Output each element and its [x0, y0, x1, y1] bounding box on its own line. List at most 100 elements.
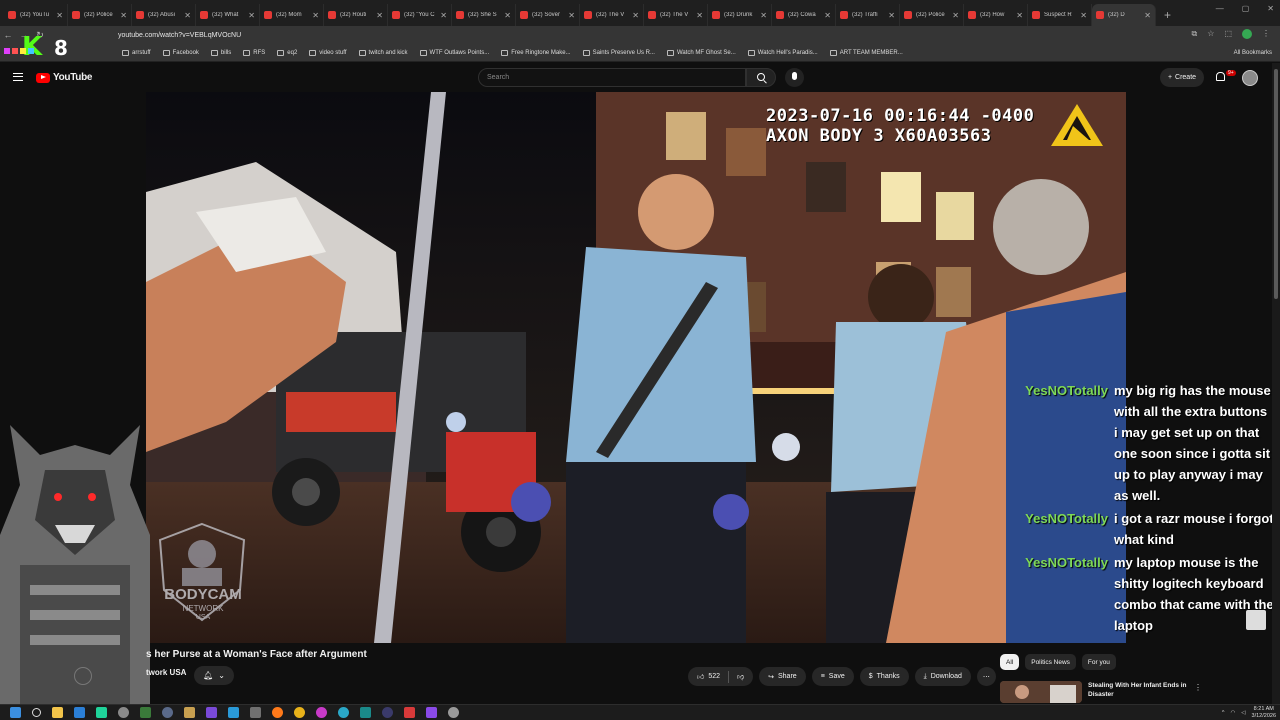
- bookmark-item[interactable]: bills: [210, 49, 231, 56]
- app-obs-icon[interactable]: [382, 707, 393, 718]
- app-steam-icon[interactable]: [162, 707, 173, 718]
- volume-icon[interactable]: ◁: [1241, 710, 1245, 716]
- close-tab-icon[interactable]: ✕: [120, 11, 127, 20]
- extensions-icon[interactable]: ⬚: [1224, 29, 1232, 41]
- bookmark-item[interactable]: eq2: [277, 49, 297, 56]
- close-tab-icon[interactable]: ✕: [568, 11, 575, 20]
- youtube-logo[interactable]: YouTube: [36, 72, 93, 83]
- browser-tab[interactable]: (32) Police ✕: [900, 4, 964, 26]
- app-red-icon[interactable]: [404, 707, 415, 718]
- url-field[interactable]: youtube.com/watch?v=VEBLqMVOcNU: [118, 32, 241, 39]
- app-green-icon[interactable]: [96, 707, 107, 718]
- close-tab-icon[interactable]: ✕: [696, 11, 703, 20]
- recommended-title[interactable]: Stealing With Her Infant Ends in Disaste…: [1088, 681, 1198, 699]
- app-gear-icon[interactable]: [448, 707, 459, 718]
- browser-tab[interactable]: (32) How ✕: [964, 4, 1028, 26]
- voice-search-button[interactable]: [785, 68, 804, 87]
- wifi-icon[interactable]: ◠: [1230, 710, 1235, 716]
- bookmark-item[interactable]: arrstuff: [122, 49, 151, 56]
- bookmark-item[interactable]: WTF Outlaws Points...: [419, 49, 489, 56]
- close-tab-icon[interactable]: ✕: [1016, 11, 1023, 20]
- save-button[interactable]: ≡ Save: [811, 667, 854, 686]
- close-tab-icon[interactable]: ✕: [1144, 11, 1151, 20]
- search-button[interactable]: [746, 68, 776, 87]
- file-explorer-icon[interactable]: [52, 707, 63, 718]
- account-avatar[interactable]: [1242, 70, 1258, 86]
- install-icon[interactable]: ⧉: [1192, 29, 1198, 41]
- browser-tab[interactable]: (32) "You C ✕: [388, 4, 452, 26]
- thumbs-down-icon[interactable]: 👎︎: [737, 672, 744, 681]
- new-tab-icon[interactable]: +: [1156, 8, 1179, 22]
- back-icon[interactable]: ←: [0, 30, 16, 40]
- close-tab-icon[interactable]: ✕: [56, 11, 63, 20]
- app-terminal-icon[interactable]: [140, 707, 151, 718]
- browser-tab[interactable]: (32) The V ✕: [644, 4, 708, 26]
- create-button[interactable]: + Create: [1160, 68, 1204, 87]
- bookmark-star-icon[interactable]: ☆: [1207, 29, 1214, 41]
- store-icon[interactable]: [74, 707, 85, 718]
- app-photo-icon[interactable]: [184, 707, 195, 718]
- clock[interactable]: 8:21 AM 3/12/2026: [1252, 706, 1276, 719]
- profile-icon[interactable]: [1242, 29, 1252, 41]
- browser-tab[interactable]: (32) What ✕: [196, 4, 260, 26]
- hamburger-menu-icon[interactable]: [13, 73, 23, 81]
- close-tab-icon[interactable]: ✕: [440, 11, 447, 20]
- app-teal-icon[interactable]: [360, 707, 371, 718]
- browser-tab[interactable]: Suspect R ✕: [1028, 4, 1092, 26]
- bookmark-item[interactable]: Watch MF Ghost Se...: [666, 49, 736, 56]
- browser-tab[interactable]: (32) Mom ✕: [260, 4, 324, 26]
- channel-avatar[interactable]: [74, 667, 92, 685]
- browser-tab[interactable]: (32) YouTu ✕: [4, 4, 68, 26]
- app-purple-icon[interactable]: [206, 707, 217, 718]
- search-taskbar-icon[interactable]: [32, 708, 41, 717]
- bookmark-item[interactable]: Free Ringtone Make...: [501, 49, 571, 56]
- minimize-icon[interactable]: —: [1216, 4, 1224, 13]
- app-blue-icon[interactable]: [228, 707, 239, 718]
- notifications-bell-icon[interactable]: [1216, 72, 1225, 81]
- browser-tab[interactable]: (32) Drunk ✕: [708, 4, 772, 26]
- browser-tab[interactable]: (32) Traffi ✕: [836, 4, 900, 26]
- chrome-icon[interactable]: [294, 707, 305, 718]
- browser-tab[interactable]: (32) D ✕: [1092, 4, 1156, 26]
- more-actions-button[interactable]: ⋯: [976, 667, 996, 686]
- close-tab-icon[interactable]: ✕: [312, 11, 319, 20]
- bookmark-item[interactable]: video stuff: [309, 49, 347, 56]
- close-tab-icon[interactable]: ✕: [888, 11, 895, 20]
- browser-tab[interactable]: (32) Police ✕: [68, 4, 132, 26]
- close-tab-icon[interactable]: ✕: [1080, 11, 1087, 20]
- filter-chip[interactable]: Politics News: [1025, 654, 1076, 670]
- browser-tab[interactable]: (32) The V ✕: [580, 4, 644, 26]
- browser-tab[interactable]: (32) Sover ✕: [516, 4, 580, 26]
- bookmark-item[interactable]: Watch Hell's Paradis...: [747, 49, 818, 56]
- bookmark-item[interactable]: RFS: [243, 49, 265, 56]
- menu-kebab-icon[interactable]: ⋮: [1262, 29, 1270, 41]
- firefox-icon[interactable]: [272, 707, 283, 718]
- edge-icon[interactable]: [338, 707, 349, 718]
- close-tab-icon[interactable]: ✕: [248, 11, 255, 20]
- close-tab-icon[interactable]: ✕: [952, 11, 959, 20]
- browser-tab[interactable]: (32) Routi ✕: [324, 4, 388, 26]
- subscription-bell-button[interactable]: 🔔︎ ⌄: [194, 666, 234, 685]
- recommended-video[interactable]: Stealing With Her Infant Ends in Disaste…: [1000, 679, 1270, 703]
- download-button[interactable]: ⤓ Download: [914, 667, 971, 686]
- video-player[interactable]: 2023-07-16 00:16:44 -0400 AXON BODY 3 X6…: [146, 92, 1126, 643]
- windows-start-icon[interactable]: [10, 707, 21, 718]
- app-violet-icon[interactable]: [426, 707, 437, 718]
- maximize-icon[interactable]: ▢: [1242, 4, 1250, 13]
- all-bookmarks[interactable]: All Bookmarks: [1234, 50, 1272, 56]
- filter-chip[interactable]: All: [1000, 654, 1020, 670]
- close-tab-icon[interactable]: ✕: [824, 11, 831, 20]
- app-pink-icon[interactable]: [316, 707, 327, 718]
- search-input[interactable]: Search: [478, 68, 746, 87]
- page-scrollbar[interactable]: [1272, 63, 1280, 704]
- browser-tab[interactable]: (32) Abusi ✕: [132, 4, 196, 26]
- share-button[interactable]: ↪ Share: [759, 667, 806, 686]
- recommended-menu-icon[interactable]: ⋮: [1194, 683, 1202, 692]
- thanks-button[interactable]: $ Thanks: [859, 667, 909, 686]
- tray-chevron-icon[interactable]: ^: [1222, 710, 1225, 716]
- close-window-icon[interactable]: ✕: [1267, 4, 1274, 13]
- bookmark-item[interactable]: twitch and kick: [358, 49, 408, 56]
- close-tab-icon[interactable]: ✕: [184, 11, 191, 20]
- bookmark-item[interactable]: ART TEAM MEMBER...: [829, 49, 903, 56]
- close-tab-icon[interactable]: ✕: [504, 11, 511, 20]
